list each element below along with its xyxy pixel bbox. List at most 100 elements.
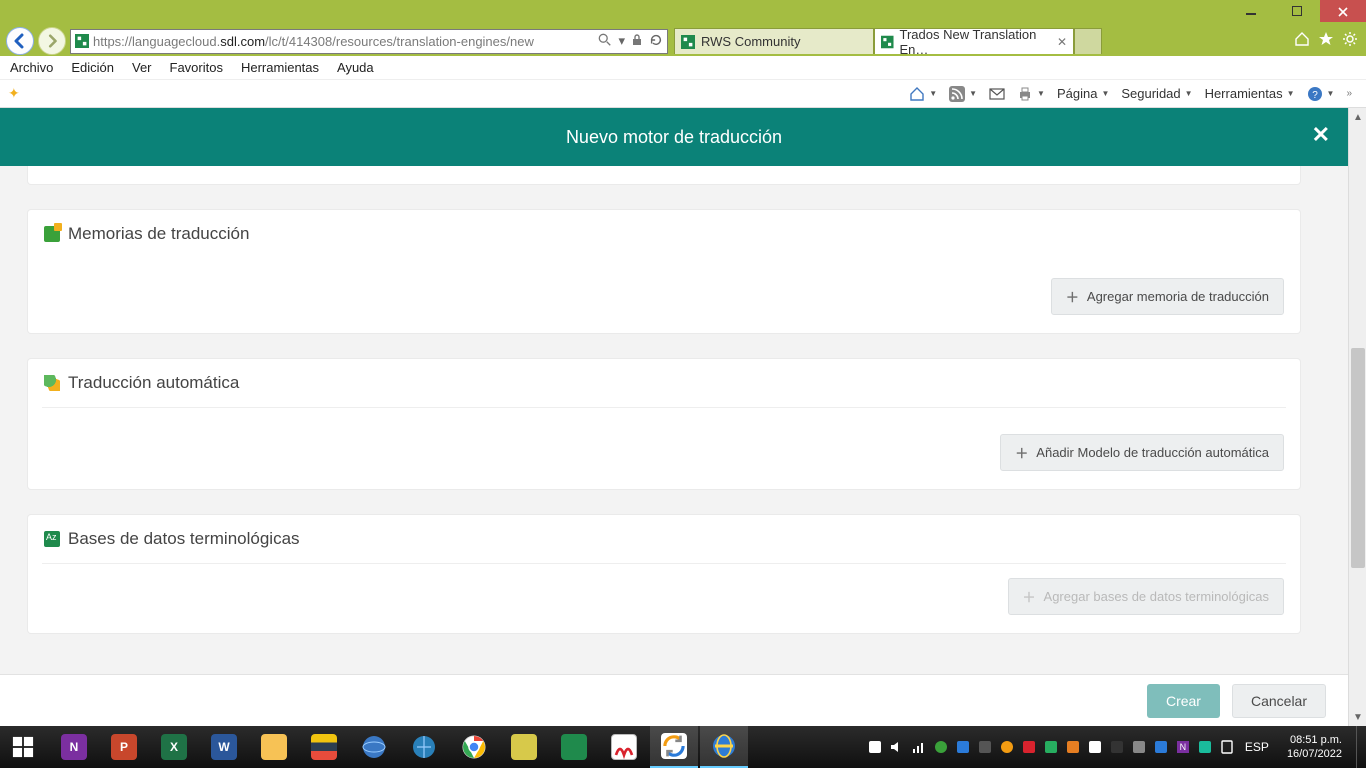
tray-icon[interactable]: [1043, 739, 1059, 755]
tray-icon[interactable]: [1197, 739, 1213, 755]
scroll-down-icon[interactable]: ▼: [1349, 708, 1366, 726]
button-label: Agregar bases de datos terminológicas: [1044, 589, 1269, 604]
app-close-button[interactable]: ✕: [1312, 122, 1330, 148]
add-mt-model-button[interactable]: ＋ Añadir Modelo de traducción automática: [1000, 434, 1284, 471]
app-header: Nuevo motor de traducción ✕: [0, 108, 1348, 166]
home-icon[interactable]: [1294, 31, 1310, 52]
nav-forward-button[interactable]: [38, 27, 66, 55]
tray-icon[interactable]: [977, 739, 993, 755]
app-footer: Crear Cancelar: [0, 674, 1348, 726]
button-label: Añadir Modelo de traducción automática: [1036, 445, 1269, 460]
cmd-page-menu[interactable]: Página▼: [1051, 86, 1115, 101]
scroll-thumb[interactable]: [1351, 348, 1365, 568]
tray-icon[interactable]: [955, 739, 971, 755]
taskbar-ie-icon[interactable]: [700, 726, 748, 768]
taskbar-app-green-icon[interactable]: [550, 726, 598, 768]
tools-gear-icon[interactable]: [1342, 31, 1358, 52]
button-label: Crear: [1166, 693, 1201, 709]
tray-action-center-icon[interactable]: [1219, 739, 1235, 755]
nav-back-button[interactable]: [6, 27, 34, 55]
tray-icon[interactable]: [1065, 739, 1081, 755]
menu-favorites[interactable]: Favoritos: [170, 60, 223, 75]
tray-language[interactable]: ESP: [1241, 740, 1273, 754]
system-tray: N ESP 08:51 p.m. 16/07/2022: [867, 726, 1366, 768]
search-icon[interactable]: [598, 33, 612, 50]
tray-time: 08:51 p.m.: [1287, 733, 1342, 747]
tray-volume-icon[interactable]: [889, 739, 905, 755]
window-maximize-button[interactable]: [1274, 0, 1320, 22]
tray-clock[interactable]: 08:51 p.m. 16/07/2022: [1279, 733, 1350, 761]
taskbar-explorer-icon[interactable]: [250, 726, 298, 768]
tab-favicon-icon: [881, 35, 894, 49]
section-title: Traducción automática: [44, 373, 1284, 393]
tray-icon[interactable]: [1087, 739, 1103, 755]
start-button[interactable]: [0, 726, 46, 768]
svg-text:?: ?: [1312, 90, 1318, 101]
taskbar-word-icon[interactable]: W: [200, 726, 248, 768]
tray-icon[interactable]: [1153, 739, 1169, 755]
refresh-icon[interactable]: [649, 33, 663, 50]
lock-icon[interactable]: [631, 34, 643, 49]
address-bar-url: https://languagecloud.sdl.com/lc/t/41430…: [93, 34, 594, 49]
browser-menubar: Archivo Edición Ver Favoritos Herramient…: [0, 56, 1366, 80]
plus-icon: ＋: [1023, 587, 1036, 606]
menu-view[interactable]: Ver: [132, 60, 152, 75]
tray-icon[interactable]: [1109, 739, 1125, 755]
favorites-star-icon[interactable]: [1318, 31, 1334, 52]
taskbar-app-sync-icon[interactable]: [650, 726, 698, 768]
menu-file[interactable]: Archivo: [10, 60, 53, 75]
cmd-feeds[interactable]: ▼: [943, 86, 983, 102]
taskbar-powerpoint-icon[interactable]: P: [100, 726, 148, 768]
browser-tab[interactable]: RWS Community: [674, 28, 874, 54]
search-dropdown-icon[interactable]: ▾: [618, 33, 625, 49]
cmd-security-menu[interactable]: Seguridad▼: [1115, 86, 1198, 101]
menu-edit[interactable]: Edición: [71, 60, 114, 75]
window-close-button[interactable]: [1320, 0, 1366, 22]
app-scrollbar[interactable]: ▲ ▼: [1348, 108, 1366, 726]
cmd-help-menu[interactable]: ?▼: [1301, 86, 1341, 102]
menu-help[interactable]: Ayuda: [337, 60, 374, 75]
show-desktop-button[interactable]: [1356, 726, 1364, 768]
tab-close-icon[interactable]: ✕: [1057, 35, 1067, 49]
tray-icon[interactable]: [933, 739, 949, 755]
cmd-mail[interactable]: [983, 86, 1011, 102]
create-button[interactable]: Crear: [1147, 684, 1220, 718]
browser-tabs: RWS Community Trados New Translation En……: [674, 28, 1102, 54]
termbase-icon: [44, 531, 60, 547]
browser-tab-active[interactable]: Trados New Translation En… ✕: [874, 28, 1074, 54]
cmd-overflow-icon[interactable]: »: [1340, 88, 1358, 99]
browser-command-bar: ✦ ▼ ▼ ▼ Página▼ Seguridad▼ Herramientas▼…: [0, 80, 1366, 108]
tray-network-icon[interactable]: [911, 739, 927, 755]
app-body: Memorias de traducción ＋ Agregar memoria…: [0, 166, 1348, 674]
taskbar-chrome-icon[interactable]: [450, 726, 498, 768]
add-favorite-icon[interactable]: ✦: [8, 85, 20, 102]
window-titlebar: [0, 0, 1366, 28]
taskbar-pinned-apps: N P X W: [46, 726, 748, 768]
tray-icon[interactable]: [1021, 739, 1037, 755]
scroll-up-icon[interactable]: ▲: [1349, 108, 1366, 126]
taskbar-app-globe1-icon[interactable]: [350, 726, 398, 768]
address-bar[interactable]: https://languagecloud.sdl.com/lc/t/41430…: [70, 29, 668, 54]
window-minimize-button[interactable]: [1228, 0, 1274, 22]
taskbar-adobe-reader-icon[interactable]: [600, 726, 648, 768]
cmd-home[interactable]: ▼: [903, 86, 943, 102]
taskbar-notes-icon[interactable]: [500, 726, 548, 768]
tray-icon[interactable]: [867, 739, 883, 755]
cancel-button[interactable]: Cancelar: [1232, 684, 1326, 718]
tray-onenote-icon[interactable]: N: [1175, 739, 1191, 755]
add-translation-memory-button[interactable]: ＋ Agregar memoria de traducción: [1051, 278, 1284, 315]
tray-date: 16/07/2022: [1287, 747, 1342, 761]
previous-section-bottom: [28, 166, 1300, 184]
webapp-viewport: Nuevo motor de traducción ✕ Memorias de …: [0, 108, 1366, 726]
tray-icon[interactable]: [999, 739, 1015, 755]
section-title-text: Traducción automática: [68, 373, 239, 393]
cmd-print[interactable]: ▼: [1011, 86, 1051, 102]
menu-tools[interactable]: Herramientas: [241, 60, 319, 75]
taskbar-excel-icon[interactable]: X: [150, 726, 198, 768]
taskbar-app-flag-icon[interactable]: [300, 726, 348, 768]
tray-icon[interactable]: [1131, 739, 1147, 755]
cmd-tools-menu[interactable]: Herramientas▼: [1199, 86, 1301, 101]
new-tab-button[interactable]: [1074, 28, 1102, 54]
taskbar-app-globe2-icon[interactable]: [400, 726, 448, 768]
taskbar-onenote-icon[interactable]: N: [50, 726, 98, 768]
